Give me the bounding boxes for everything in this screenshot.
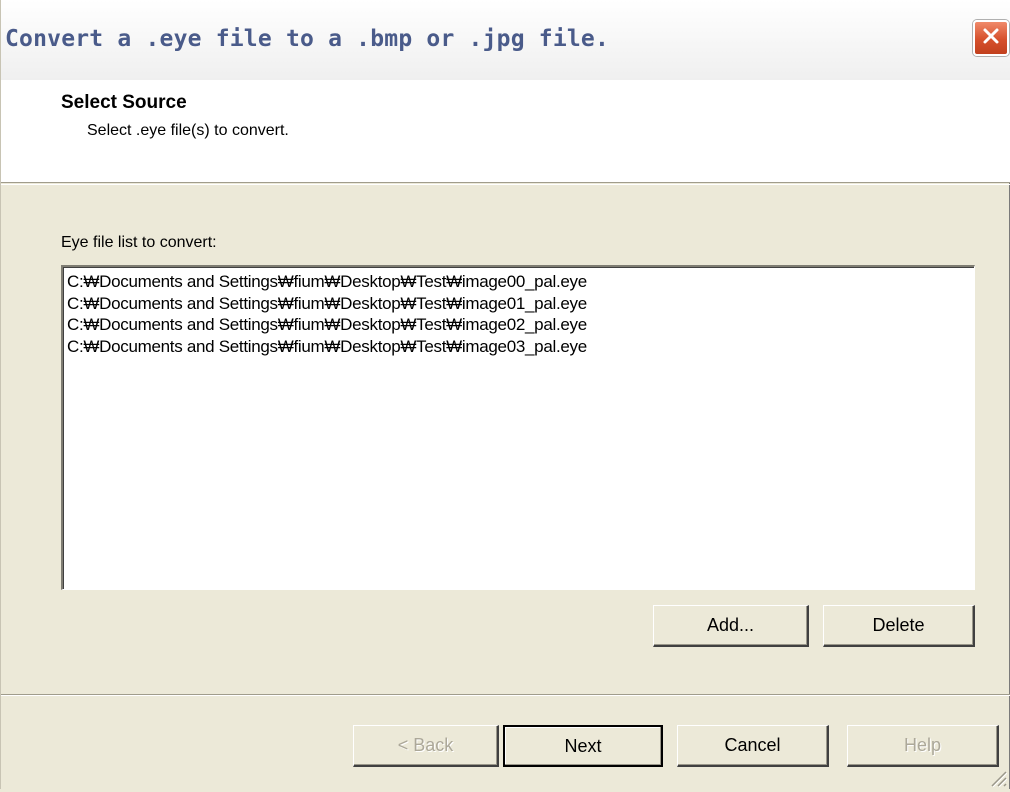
list-item[interactable]: C:₩Documents and Settings₩fium₩Desktop₩T… <box>67 293 974 315</box>
file-list-label: Eye file list to convert: <box>61 234 217 251</box>
title-bar[interactable]: Convert a .eye file to a .bmp or .jpg fi… <box>1 0 1010 80</box>
list-item[interactable]: C:₩Documents and Settings₩fium₩Desktop₩T… <box>67 336 974 358</box>
list-item[interactable]: C:₩Documents and Settings₩fium₩Desktop₩T… <box>67 271 974 293</box>
footer-divider-highlight <box>1 695 1010 696</box>
close-icon <box>980 25 1002 52</box>
step-subtitle: Select .eye file(s) to convert. <box>87 122 289 139</box>
add-button[interactable]: Add... <box>653 605 809 647</box>
wizard-window: Convert a .eye file to a .bmp or .jpg fi… <box>0 0 1010 789</box>
help-button[interactable]: Help <box>847 725 999 767</box>
header-divider <box>1 184 1010 185</box>
window-title: Convert a .eye file to a .bmp or .jpg fi… <box>5 26 610 52</box>
next-button[interactable]: Next <box>503 725 663 767</box>
step-title: Select Source <box>61 92 187 113</box>
close-button[interactable] <box>973 20 1009 56</box>
file-listbox[interactable]: C:₩Documents and Settings₩fium₩Desktop₩T… <box>61 265 975 590</box>
list-item[interactable]: C:₩Documents and Settings₩fium₩Desktop₩T… <box>67 314 974 336</box>
back-button[interactable]: < Back <box>353 725 499 767</box>
cancel-button[interactable]: Cancel <box>677 725 829 767</box>
delete-button[interactable]: Delete <box>823 605 975 647</box>
resize-grip-icon[interactable] <box>985 765 1008 788</box>
